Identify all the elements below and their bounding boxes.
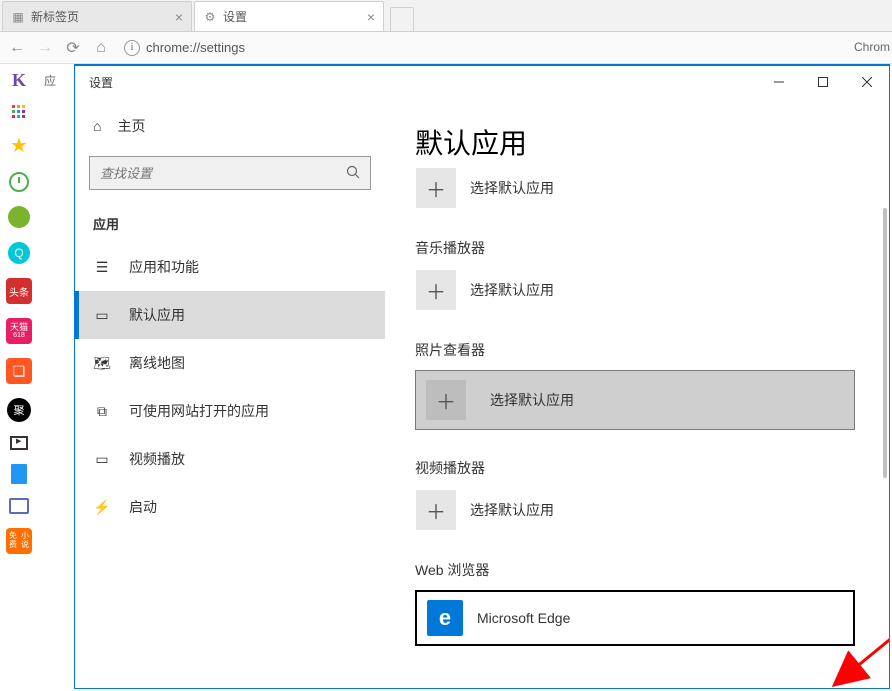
search-input[interactable] [100,166,346,181]
nav-label: 视频播放 [129,449,185,469]
tab-title: 新标签页 [31,8,79,25]
settings-nav: ⌂ 主页 应用 ☰ 应用和功能 ▭ 默认应用 🗺 离线地图 [75,98,385,688]
option-label: 选择默认应用 [470,178,554,198]
toutiao-icon[interactable]: 头条 [6,278,32,304]
dev-icon[interactable] [9,498,29,514]
nav-label: 应用和功能 [129,257,199,277]
group-video: 视频播放器 [415,458,859,478]
novel-icon[interactable]: 免费小说 [6,528,32,554]
plus-icon: ＋ [416,270,456,310]
plus-icon: ＋ [416,168,456,208]
option-label: 选择默认应用 [470,280,554,300]
close-button[interactable] [845,66,889,98]
nav-home-label: 主页 [117,116,145,136]
settings-search[interactable] [89,156,371,190]
startup-icon: ⚡ [93,499,111,516]
ju-icon[interactable]: 聚 [7,398,31,422]
content-hint: 应 [44,72,56,89]
option-label: 选择默认应用 [490,390,574,410]
cyan-circle-icon[interactable]: Q [8,242,30,264]
option-label: Microsoft Edge [477,610,570,626]
nav-label: 可使用网站打开的应用 [129,401,269,421]
choose-email-default[interactable]: ＋ 选择默认应用 [415,166,859,210]
plus-icon: ＋ [426,380,466,420]
nav-label: 默认应用 [129,305,185,325]
web-browser-default[interactable]: e Microsoft Edge [415,590,855,646]
url-field[interactable]: i chrome://settings [118,36,886,60]
tab-new[interactable]: ▦ 新标签页 × [2,1,192,31]
nav-startup[interactable]: ⚡ 启动 [75,483,385,531]
tab-strip: ▦ 新标签页 × ⚙ 设置 × [0,0,892,32]
orange-app-icon[interactable]: ❏ [6,358,32,384]
group-web: Web 浏览器 [415,560,859,580]
home-button[interactable]: ⌂ [90,37,112,59]
window-title: 设置 [89,74,113,91]
scrollbar[interactable] [883,208,887,478]
nav-section-apps: 应用 [75,204,385,243]
book-icon[interactable] [11,464,27,484]
new-tab-button[interactable] [390,7,414,31]
window-titlebar[interactable]: 设置 [75,66,889,98]
star-icon[interactable]: ★ [10,133,28,158]
video-app-icon[interactable] [10,436,28,450]
wechat-icon[interactable] [8,206,30,228]
link-icon: ⧉ [93,403,111,420]
tmall-icon[interactable]: 天猫618 [6,318,32,344]
k-logo-icon[interactable]: K [12,70,26,91]
reload-button[interactable]: ⟳ [62,37,84,59]
map-icon: 🗺 [93,355,111,372]
nav-apps-features[interactable]: ☰ 应用和功能 [75,243,385,291]
nav-apps-for-websites[interactable]: ⧉ 可使用网站打开的应用 [75,387,385,435]
edge-icon: e [427,600,463,636]
info-icon: i [124,40,140,56]
close-icon[interactable]: × [367,9,375,25]
chrome-hint: Chrom [854,40,890,54]
clock-icon[interactable] [9,172,29,192]
tab-settings[interactable]: ⚙ 设置 × [194,1,384,31]
forward-button[interactable]: → [34,37,56,59]
choose-music-default[interactable]: ＋ 选择默认应用 [415,268,859,312]
url-text: chrome://settings [146,40,245,55]
sidebar-rail: K ★ Q 头条 天猫618 ❏ 聚 免费小说 [0,64,38,554]
list-icon: ☰ [93,259,111,276]
group-music: 音乐播放器 [415,238,859,258]
option-label: 选择默认应用 [470,500,554,520]
grid-icon: ▦ [11,10,25,24]
windows-settings-window: 设置 ⌂ 主页 应用 ☰ 应用和功能 [74,64,890,689]
close-icon[interactable]: × [175,9,183,25]
nav-default-apps[interactable]: ▭ 默认应用 [75,291,385,339]
video-icon: ▭ [93,451,111,468]
apps-grid-icon[interactable] [12,105,26,119]
plus-icon: ＋ [416,490,456,530]
back-button[interactable]: ← [6,37,28,59]
gear-icon: ⚙ [203,10,217,24]
home-icon: ⌂ [93,118,101,134]
choose-video-default[interactable]: ＋ 选择默认应用 [415,488,859,532]
nav-label: 离线地图 [129,353,185,373]
nav-offline-maps[interactable]: 🗺 离线地图 [75,339,385,387]
page-heading: 默认应用 [415,122,859,162]
settings-main: 默认应用 ＋ 选择默认应用 音乐播放器 ＋ 选择默认应用 照片查看器 ＋ 选择默… [385,98,889,688]
address-bar: ← → ⟳ ⌂ i chrome://settings [0,32,892,64]
defaults-icon: ▭ [93,307,111,324]
tab-title: 设置 [223,8,247,25]
nav-label: 启动 [129,497,157,517]
nav-home[interactable]: ⌂ 主页 [75,106,385,146]
search-icon [346,165,360,182]
maximize-button[interactable] [801,66,845,98]
nav-video-playback[interactable]: ▭ 视频播放 [75,435,385,483]
minimize-button[interactable] [757,66,801,98]
group-photo: 照片查看器 [415,340,859,360]
choose-photo-default[interactable]: ＋ 选择默认应用 [415,370,855,430]
